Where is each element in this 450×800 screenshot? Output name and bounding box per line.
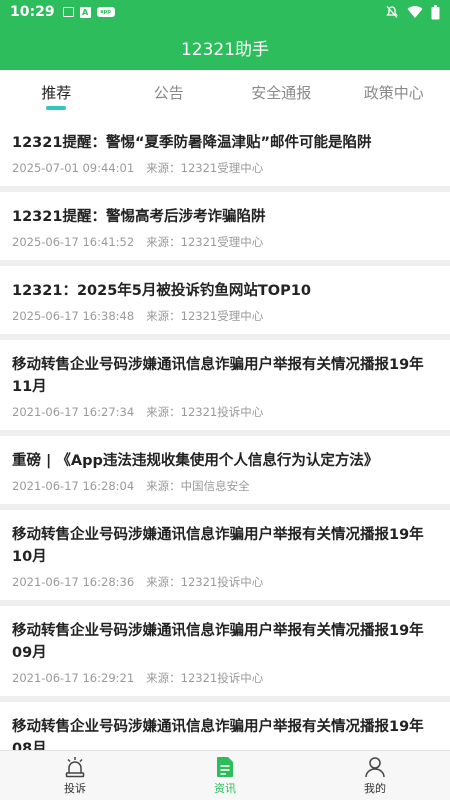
- tab-announcements[interactable]: 公告: [113, 70, 226, 118]
- news-meta: 2025-06-17 16:38:48 来源：12321受理中心: [12, 308, 438, 324]
- nav-complaint[interactable]: 投诉: [0, 751, 150, 800]
- nav-label: 我的: [364, 781, 386, 795]
- news-source: 来源：12321受理中心: [146, 161, 264, 175]
- news-meta: 2021-06-17 16:27:34 来源：12321投诉中心: [12, 404, 438, 420]
- image-notification-icon: [62, 7, 74, 17]
- news-item[interactable]: 移动转售企业号码涉嫌通讯信息诈骗用户举报有关情况播报19年08月: [0, 702, 450, 750]
- news-title: 移动转售企业号码涉嫌通讯信息诈骗用户举报有关情况播报19年10月: [12, 527, 424, 565]
- news-date: 2025-06-17 16:41:52: [12, 235, 135, 249]
- news-item[interactable]: 12321提醒：警惕高考后涉考诈骗陷阱 2025-06-17 16:41:52 来…: [0, 192, 450, 260]
- tab-recommend[interactable]: 推荐: [0, 70, 113, 118]
- news-source: 来源：12321投诉中心: [146, 575, 264, 589]
- user-icon: [365, 756, 385, 777]
- news-meta: 2021-06-17 16:28:04 来源：中国信息安全: [12, 478, 438, 494]
- a-notification-icon: A: [79, 6, 91, 18]
- status-time: 10:29: [10, 4, 55, 20]
- alarm-icon: [65, 756, 85, 777]
- tab-security-bulletin[interactable]: 安全通报: [225, 70, 338, 118]
- news-source: 来源：12321投诉中心: [146, 405, 264, 419]
- news-title: 移动转售企业号码涉嫌通讯信息诈骗用户举报有关情况播报19年08月: [12, 719, 424, 750]
- news-meta: 2025-07-01 09:44:01 来源：12321受理中心: [12, 160, 438, 176]
- news-source: 来源：中国信息安全: [146, 479, 250, 493]
- news-item[interactable]: 移动转售企业号码涉嫌通讯信息诈骗用户举报有关情况播报19年10月 2021-06…: [0, 510, 450, 600]
- news-title: 重磅 | 《App违法违规收集使用个人信息行为认定方法》: [12, 453, 379, 469]
- news-date: 2025-06-17 16:38:48: [12, 309, 135, 323]
- news-list[interactable]: 12321提醒：警惕“夏季防暑降温津贴”邮件可能是陷阱 2025-07-01 0…: [0, 118, 450, 750]
- news-date: 2025-07-01 09:44:01: [12, 161, 135, 175]
- news-title: 移动转售企业号码涉嫌通讯信息诈骗用户举报有关情况播报19年09月: [12, 623, 424, 661]
- battery-icon: [431, 4, 440, 19]
- news-title: 12321：2025年5月被投诉钓鱼网站TOP10: [12, 283, 311, 299]
- app-title: 12321助手: [180, 39, 270, 60]
- tab-policy-center[interactable]: 政策中心: [338, 70, 450, 118]
- nav-label: 投诉: [64, 781, 86, 795]
- news-date: 2021-06-17 16:29:21: [12, 671, 135, 685]
- news-date: 2021-06-17 16:28:36: [12, 575, 135, 589]
- bottom-nav: 投诉 资讯 我的: [0, 750, 450, 800]
- app-bar: 12321助手: [0, 24, 450, 70]
- news-meta: 2021-06-17 16:28:36 来源：12321投诉中心: [12, 574, 438, 590]
- news-source: 来源：12321投诉中心: [146, 671, 264, 685]
- news-meta: 2021-06-17 16:29:21 来源：12321投诉中心: [12, 670, 438, 686]
- news-icon: [217, 756, 233, 777]
- news-item[interactable]: 12321提醒：警惕“夏季防暑降温津贴”邮件可能是陷阱 2025-07-01 0…: [0, 118, 450, 186]
- status-bar: 10:29 A app: [0, 0, 450, 24]
- nav-label: 资讯: [214, 781, 236, 795]
- tab-bar: 推荐 公告 安全通报 政策中心: [0, 70, 450, 118]
- news-item[interactable]: 12321：2025年5月被投诉钓鱼网站TOP10 2025-06-17 16:…: [0, 266, 450, 334]
- news-title: 12321提醒：警惕高考后涉考诈骗陷阱: [12, 209, 266, 225]
- news-meta: 2025-06-17 16:41:52 来源：12321受理中心: [12, 234, 438, 250]
- news-title: 12321提醒：警惕“夏季防暑降温津贴”邮件可能是陷阱: [12, 135, 372, 151]
- news-item[interactable]: 重磅 | 《App违法违规收集使用个人信息行为认定方法》 2021-06-17 …: [0, 436, 450, 504]
- notifications-off-icon: [386, 6, 398, 18]
- news-item[interactable]: 移动转售企业号码涉嫌通讯信息诈骗用户举报有关情况播报19年11月 2021-06…: [0, 340, 450, 430]
- news-source: 来源：12321受理中心: [146, 235, 264, 249]
- news-source: 来源：12321受理中心: [146, 309, 264, 323]
- app-notification-icon: app: [96, 7, 115, 17]
- news-date: 2021-06-17 16:27:34: [12, 405, 135, 419]
- news-title: 移动转售企业号码涉嫌通讯信息诈骗用户举报有关情况播报19年11月: [12, 357, 424, 395]
- wifi-icon: [407, 6, 423, 19]
- news-date: 2021-06-17 16:28:04: [12, 479, 135, 493]
- nav-news[interactable]: 资讯: [150, 751, 300, 800]
- news-item[interactable]: 移动转售企业号码涉嫌通讯信息诈骗用户举报有关情况播报19年09月 2021-06…: [0, 606, 450, 696]
- nav-profile[interactable]: 我的: [300, 751, 450, 800]
